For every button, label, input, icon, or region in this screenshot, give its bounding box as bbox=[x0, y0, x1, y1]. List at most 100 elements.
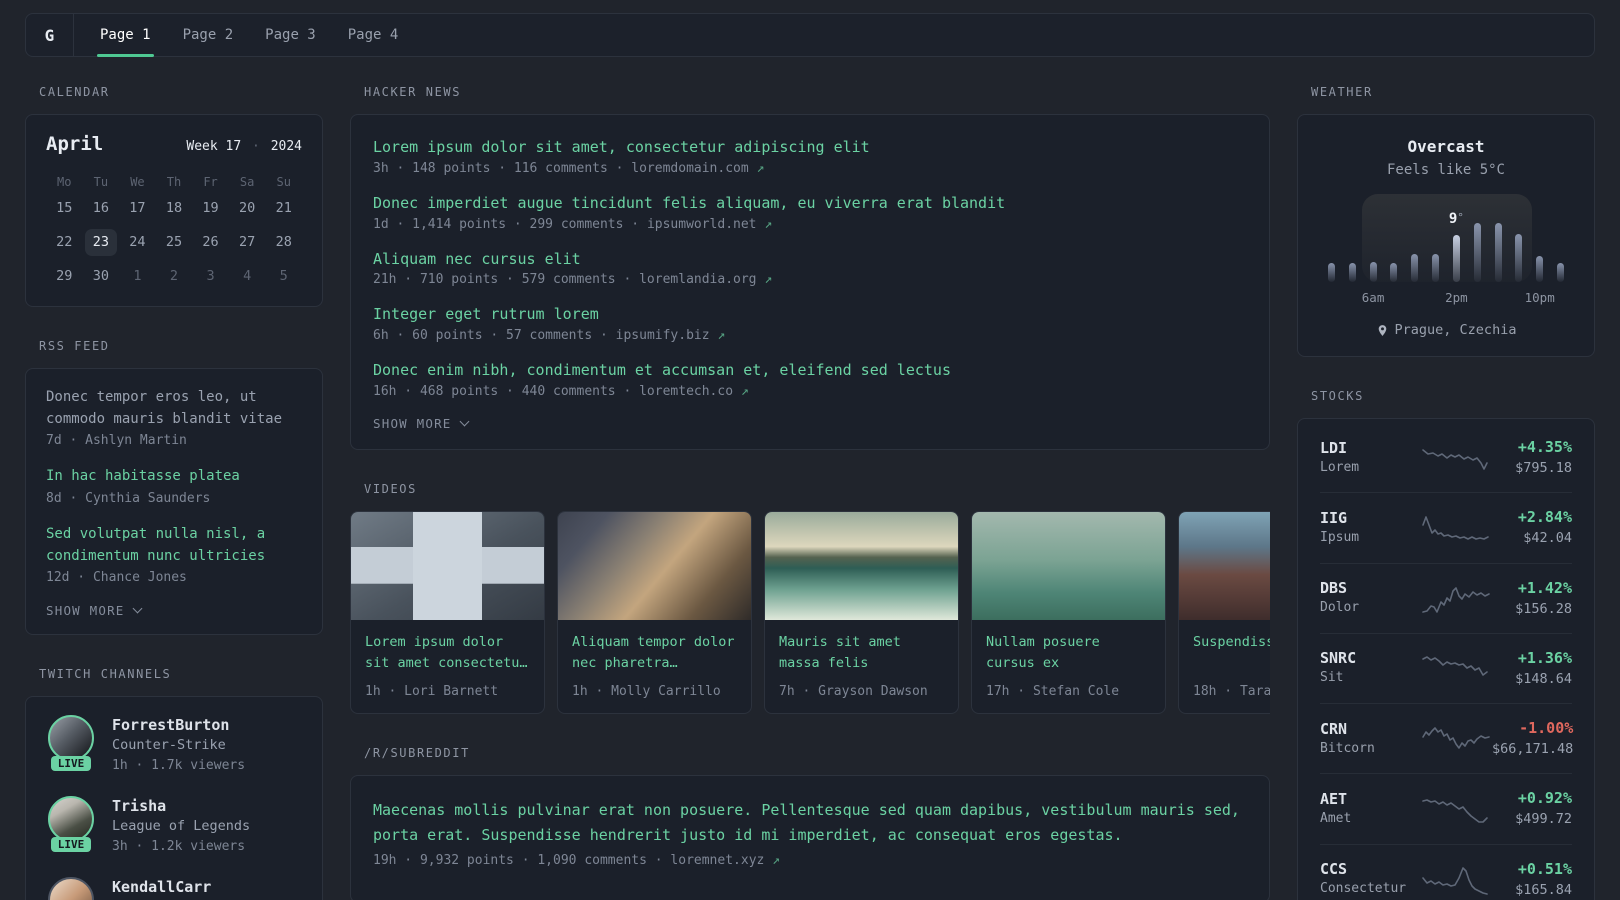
twitch-channel-row[interactable]: LIVE KendallCarr bbox=[46, 877, 302, 900]
page-tab[interactable]: Page 4 bbox=[332, 14, 415, 56]
hacker-news-item-title[interactable]: Aliquam nec cursus elit bbox=[373, 249, 1247, 271]
weather-widget: WEATHER Overcast Feels like 5°C 9° 6am 2… bbox=[1297, 85, 1595, 357]
stock-price: $795.18 bbox=[1515, 460, 1572, 476]
weather-hour-bar[interactable] bbox=[1473, 223, 1481, 282]
video-card[interactable]: Suspendisse diam 18h · Tara bbox=[1178, 510, 1270, 714]
video-card[interactable]: Aliquam tempor dolor nec pharetra… 1h · … bbox=[557, 510, 752, 714]
stock-name: Lorem bbox=[1320, 459, 1360, 475]
hacker-news-items: Lorem ipsum dolor sit amet, consectetur … bbox=[373, 137, 1247, 399]
stock-symbol: CCS bbox=[1320, 860, 1348, 879]
hacker-news-item-stats: 21h · 710 points · 579 comments · bbox=[373, 272, 640, 288]
hacker-news-show-more-button[interactable]: SHOW MORE bbox=[373, 416, 1247, 431]
stock-row[interactable]: CRN Bitcorn -1.00% $66,171.48 bbox=[1320, 704, 1573, 775]
hacker-news-item-title[interactable]: Lorem ipsum dolor sit amet, consectetur … bbox=[373, 137, 1247, 159]
calendar-day: 26 bbox=[202, 234, 219, 250]
hacker-news-item-title[interactable]: Donec imperdiet augue tincidunt felis al… bbox=[373, 193, 1247, 215]
hacker-news-item-title[interactable]: Donec enim nibh, condimentum et accumsan… bbox=[373, 360, 1247, 382]
rss-item-meta: 8d · Cynthia Saunders bbox=[46, 491, 211, 507]
stock-change: +1.36% bbox=[1517, 648, 1572, 667]
page-tab[interactable]: Page 1 bbox=[84, 14, 167, 57]
left-column: CALENDAR April Week 17 · 2024 Mo Tu We Th Fr… bbox=[25, 85, 323, 900]
calendar-day: 25 bbox=[165, 234, 183, 250]
stock-row[interactable]: CCS Consectetur +0.51% $165.84 bbox=[1320, 845, 1572, 900]
weather-hour-bar[interactable] bbox=[1432, 254, 1440, 282]
weather-location: Prague, Czechia bbox=[1316, 322, 1576, 338]
subreddit-item-title[interactable]: Maecenas mollis pulvinar erat non posuer… bbox=[373, 798, 1247, 849]
subreddit-widget-title: /R/SUBREDDIT bbox=[364, 745, 470, 760]
hacker-news-item-title[interactable]: Integer eget rutrum lorem bbox=[373, 304, 1247, 326]
rss-items: Donec tempor eros leo, ut commodo mauris… bbox=[46, 387, 302, 585]
app-logo[interactable]: G bbox=[26, 14, 74, 56]
weather-hour-bar[interactable] bbox=[1452, 235, 1460, 282]
stock-symbol: AET bbox=[1320, 789, 1348, 808]
rss-show-more-button[interactable]: SHOW MORE bbox=[46, 603, 302, 618]
hacker-news-item-domain[interactable]: loremlandia.org bbox=[639, 272, 756, 287]
stock-price: $165.84 bbox=[1515, 881, 1572, 898]
rss-item: Donec tempor eros leo, ut commodo mauris… bbox=[46, 387, 302, 448]
stock-row[interactable]: LDI Lorem +4.35% $795.18 bbox=[1320, 423, 1572, 494]
calendar-header: April Week 17 · 2024 bbox=[46, 133, 302, 155]
rss-card: Donec tempor eros leo, ut commodo mauris… bbox=[25, 368, 323, 636]
calendar-day: 27 bbox=[239, 234, 256, 250]
rss-item-meta: 12d · Chance Jones bbox=[46, 570, 187, 586]
rss-item-meta: 7d · Ashlyn Martin bbox=[46, 433, 187, 449]
weather-temp-degree: ° bbox=[1457, 211, 1464, 224]
page-tab[interactable]: Page 3 bbox=[249, 14, 332, 56]
video-meta: 17h · Stefan Cole bbox=[986, 683, 1120, 699]
calendar-day: 18 bbox=[165, 200, 183, 216]
stock-symbol: IIG bbox=[1320, 508, 1348, 527]
video-thumbnail bbox=[558, 511, 751, 620]
stock-name: Consectetur bbox=[1320, 881, 1407, 897]
weather-hour-bar[interactable] bbox=[1536, 256, 1544, 282]
hacker-news-item-domain[interactable]: loremtech.co bbox=[639, 384, 733, 399]
calendar-day: 2 bbox=[169, 268, 179, 284]
weather-hour-bar[interactable] bbox=[1369, 262, 1377, 282]
subreddit-widget: /R/SUBREDDIT Maecenas mollis pulvinar er… bbox=[350, 746, 1270, 900]
stock-values: +0.51% $165.84 bbox=[1492, 859, 1572, 900]
weather-condition: Overcast bbox=[1407, 137, 1485, 156]
stock-row[interactable]: AET Amet +0.92% $499.72 bbox=[1320, 774, 1572, 845]
video-card[interactable]: Nullam posuere cursus ex 17h · Stefan Co… bbox=[971, 510, 1166, 714]
twitch-channel-row[interactable]: LIVE Trisha League of Legends 3h · 1.2k … bbox=[46, 796, 302, 861]
twitch-channel-row[interactable]: LIVE ForrestBurton Counter-Strike 1h · 1… bbox=[46, 715, 302, 780]
hacker-news-item-domain[interactable]: loremdomain.com bbox=[631, 161, 748, 176]
calendar-days: 15 16 17 18 19 20 21 22 23 24 25 26 27 28 29 30 1 2 3 4 5 bbox=[46, 195, 302, 290]
weather-hour-bar[interactable] bbox=[1328, 263, 1335, 282]
video-card[interactable]: Lorem ipsum dolor sit amet consectetu… 1… bbox=[350, 510, 545, 714]
videos-widget-title: VIDEOS bbox=[364, 481, 417, 496]
calendar-day: 29 bbox=[56, 268, 73, 284]
twitch-widget-title: TWITCH CHANNELS bbox=[39, 667, 172, 682]
stock-values: +1.36% $148.64 bbox=[1492, 648, 1572, 689]
weather-hour-bar[interactable] bbox=[1411, 254, 1419, 282]
page-tab[interactable]: Page 2 bbox=[167, 14, 250, 56]
stock-sparkline bbox=[1422, 867, 1488, 895]
weather-hour-bar[interactable] bbox=[1494, 223, 1502, 282]
stock-row[interactable]: DBS Dolor +1.42% $156.28 bbox=[1320, 564, 1572, 634]
calendar-week-number: 17 bbox=[225, 139, 242, 154]
stock-identity: DBS Dolor bbox=[1320, 578, 1420, 618]
stock-values: +1.42% $156.28 bbox=[1492, 578, 1572, 619]
weather-hour-bar[interactable] bbox=[1390, 263, 1398, 282]
rss-item-title[interactable]: Donec tempor eros leo, ut commodo mauris… bbox=[46, 387, 302, 430]
stock-row[interactable]: SNRC Sit +1.36% $148.64 bbox=[1320, 634, 1572, 704]
video-card[interactable]: Mauris sit amet massa felis 7h · Grayson… bbox=[764, 510, 959, 714]
stock-change: +0.51% bbox=[1517, 859, 1572, 878]
stock-identity: IIG Ipsum bbox=[1320, 508, 1420, 548]
stock-identity: CRN Bitcorn bbox=[1320, 719, 1420, 759]
stock-price: $499.72 bbox=[1515, 811, 1572, 828]
stock-row[interactable]: IIG Ipsum +2.84% $42.04 bbox=[1320, 493, 1572, 564]
calendar-day: 19 bbox=[202, 200, 219, 216]
weather-hour-bar[interactable] bbox=[1515, 234, 1523, 282]
external-link-icon: ↗ bbox=[756, 160, 765, 176]
rss-item-title[interactable]: Sed volutpat nulla nisl, a condimentum n… bbox=[46, 524, 302, 567]
stock-sparkline bbox=[1422, 799, 1488, 823]
video-thumbnail bbox=[1179, 511, 1270, 620]
subreddit-item-domain[interactable]: loremnet.xyz bbox=[670, 853, 764, 868]
hacker-news-item-domain[interactable]: ipsumworld.net bbox=[647, 217, 757, 232]
weather-hour-bar[interactable] bbox=[1556, 263, 1564, 282]
weather-hour-bar[interactable] bbox=[1348, 263, 1356, 282]
rss-item-title[interactable]: In hac habitasse platea bbox=[46, 466, 302, 488]
video-meta: 7h · Grayson Dawson bbox=[779, 683, 928, 699]
twitch-channel-name: ForrestBurton bbox=[112, 716, 230, 735]
hacker-news-item-domain[interactable]: ipsumify.biz bbox=[616, 328, 710, 343]
